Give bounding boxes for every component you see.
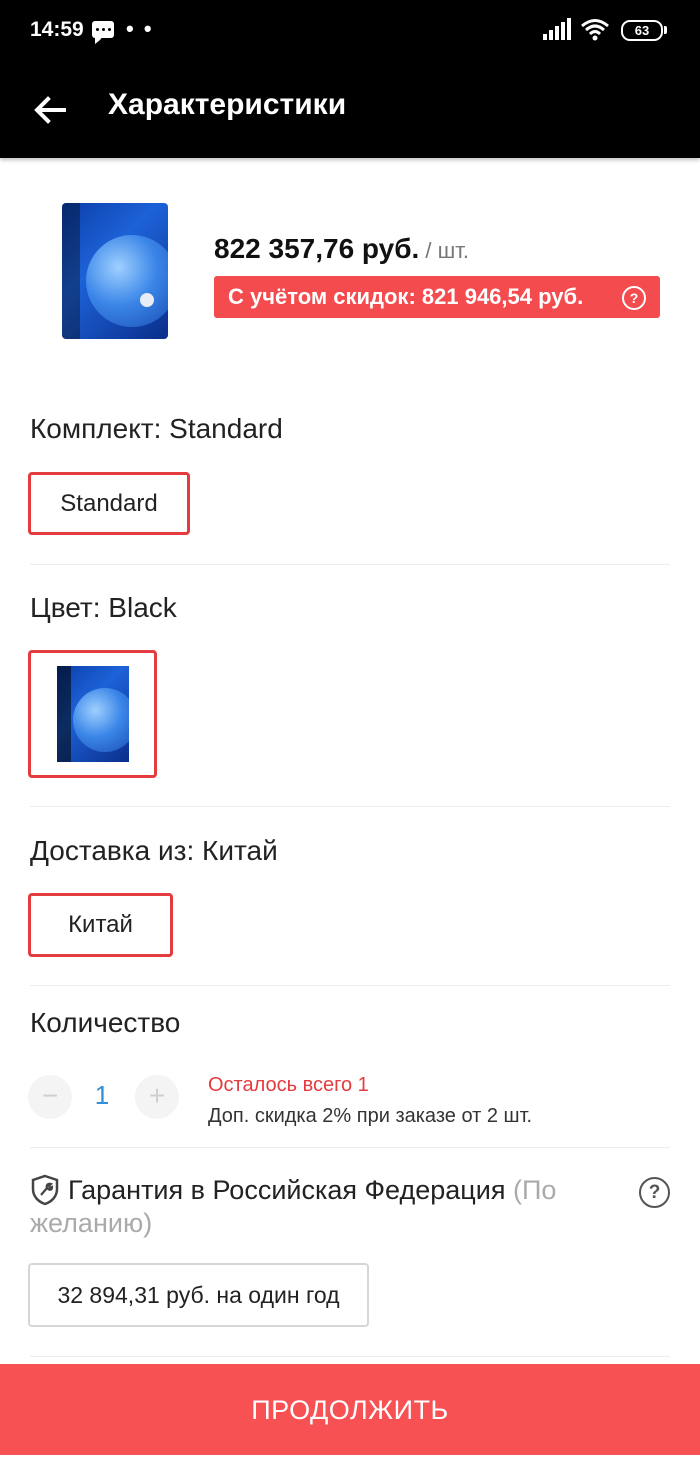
notification-dots: • • <box>126 16 154 41</box>
kit-label: Комплект: Standard <box>30 413 283 444</box>
quantity-minus-button[interactable]: − <box>28 1075 72 1119</box>
message-icon <box>92 21 114 44</box>
warranty-help-icon[interactable]: ? <box>639 1177 670 1208</box>
arrow-left-icon[interactable] <box>30 90 70 130</box>
divider <box>30 1147 670 1148</box>
help-icon[interactable]: ? <box>622 286 646 310</box>
color-label: Цвет: Black <box>30 592 177 623</box>
discount-badge[interactable]: С учётом скидок: 821 946,54 руб. ? <box>214 276 660 318</box>
shipping-label: Доставка из: Китай <box>30 835 278 866</box>
quantity-promo-text: Доп. скидка 2% при заказе от 2 шт. <box>208 1105 533 1127</box>
divider <box>30 1356 670 1357</box>
moon-graphic <box>140 293 154 307</box>
phone-edge <box>57 666 71 762</box>
kit-option-standard[interactable]: Standard <box>28 472 190 535</box>
color-swatch-image <box>57 666 129 762</box>
wifi-icon <box>581 19 609 41</box>
divider <box>30 564 670 565</box>
warranty-option[interactable]: 32 894,31 руб. на один год <box>28 1263 369 1327</box>
product-image[interactable] <box>62 203 168 339</box>
stock-left-text: Осталось всего 1 <box>208 1074 369 1096</box>
quantity-label: Количество <box>30 1007 181 1038</box>
app-bar: Характеристики <box>0 62 700 158</box>
shipping-option-china[interactable]: Китай <box>28 893 173 957</box>
page-title: Характеристики <box>108 88 347 121</box>
warranty-title-text: Гарантия в Российская Федерация <box>68 1175 506 1205</box>
color-option-black[interactable] <box>28 650 157 778</box>
warranty-title: Гарантия в Российская Федерация (По жела… <box>30 1174 600 1240</box>
shield-wrench-icon <box>31 1174 59 1206</box>
planet-graphic <box>86 235 168 327</box>
price-row: 822 357,76 руб. / шт. <box>214 233 469 265</box>
product-price: 822 357,76 руб. <box>214 233 420 264</box>
discount-text: С учётом скидок: 821 946,54 руб. <box>228 284 584 309</box>
quantity-plus-button[interactable]: + <box>135 1075 179 1119</box>
battery-icon: 63 <box>621 20 667 41</box>
price-unit: / шт. <box>419 238 470 263</box>
status-bar: 14:59 • • 63 <box>0 0 700 62</box>
quantity-value[interactable]: 1 <box>88 1080 116 1111</box>
divider <box>30 806 670 807</box>
planet-graphic <box>73 688 129 752</box>
continue-button[interactable]: ПРОДОЛЖИТЬ <box>0 1364 700 1455</box>
status-time: 14:59 <box>30 18 84 41</box>
phone-edge <box>62 203 80 339</box>
signal-icon <box>543 18 573 40</box>
divider <box>30 985 670 986</box>
